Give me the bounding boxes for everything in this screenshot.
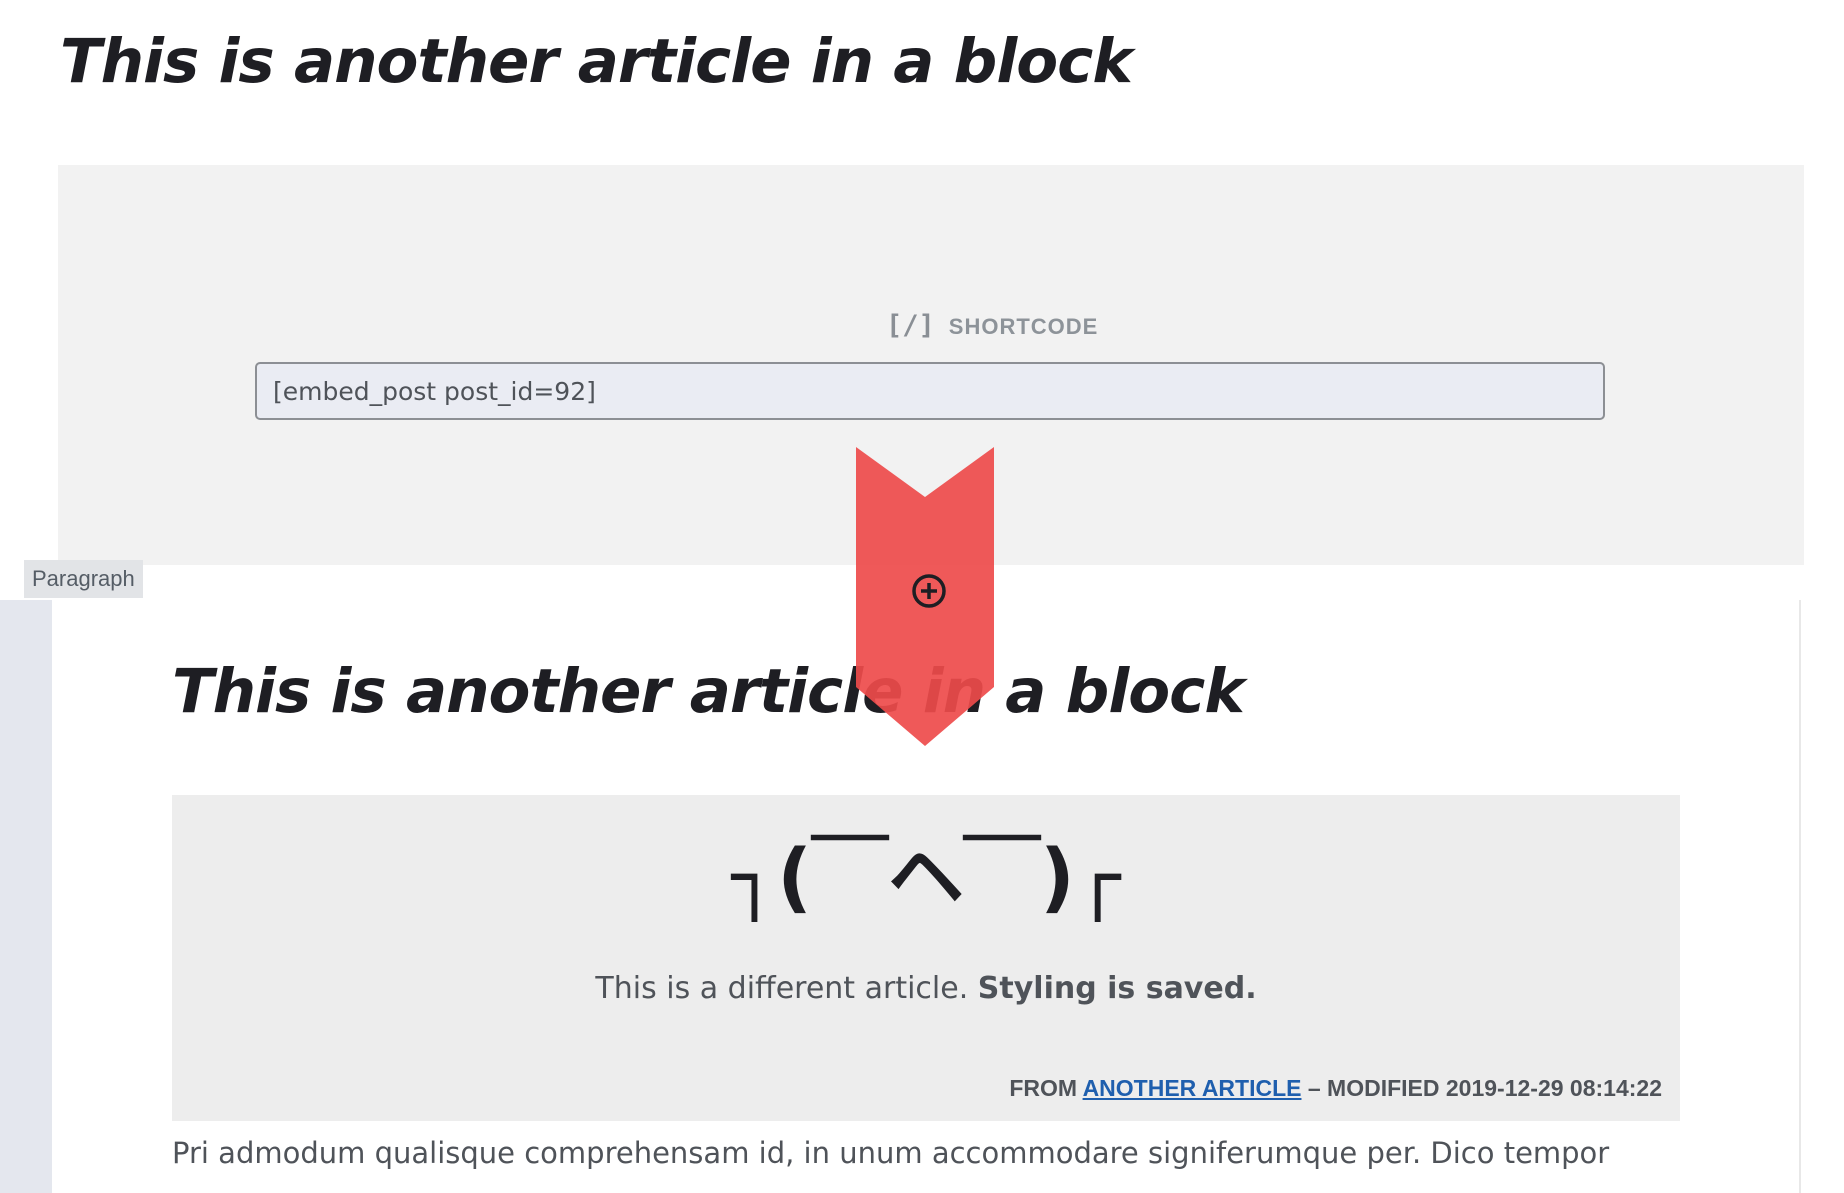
insert-block-button[interactable]: [910, 572, 948, 610]
meta-prefix: FROM: [1009, 1075, 1083, 1101]
embedded-article-card: ┐(￣ヘ￣)┌ This is a different article. Sty…: [172, 795, 1680, 1121]
block-type-label: Paragraph: [24, 560, 143, 598]
embedded-text-bold: Styling is saved.: [977, 971, 1257, 1006]
meta-modified: – MODIFIED 2019-12-29 08:14:22: [1301, 1075, 1662, 1101]
embedded-article-meta: FROM ANOTHER ARTICLE – MODIFIED 2019-12-…: [1009, 1075, 1662, 1102]
shortcode-block[interactable]: [/] SHORTCODE: [58, 165, 1804, 565]
embedded-text-plain: This is a different article.: [595, 971, 978, 1006]
editor-canvas: This is another article in a block [/] S…: [0, 0, 1844, 1193]
plus-circle-icon: [912, 574, 946, 608]
paragraph-text[interactable]: Pri admodum qualisque comprehensam id, i…: [172, 1128, 1772, 1178]
shrug-emoticon: ┐(￣ヘ￣)┌: [731, 832, 1121, 921]
source-article-link[interactable]: ANOTHER ARTICLE: [1083, 1075, 1302, 1101]
shortcode-header: [/] SHORTCODE: [886, 312, 1098, 339]
block-selection-rail: [0, 600, 52, 1193]
shortcode-label: SHORTCODE: [948, 314, 1099, 339]
embedded-article-title: This is another article in a block: [172, 656, 1245, 727]
post-title[interactable]: This is another article in a block: [60, 26, 1133, 97]
block-border: [1799, 600, 1801, 1193]
shortcode-input[interactable]: [255, 362, 1605, 420]
embedded-article-text: This is a different article. Styling is …: [172, 971, 1680, 1006]
shortcode-icon: [/]: [886, 310, 935, 341]
